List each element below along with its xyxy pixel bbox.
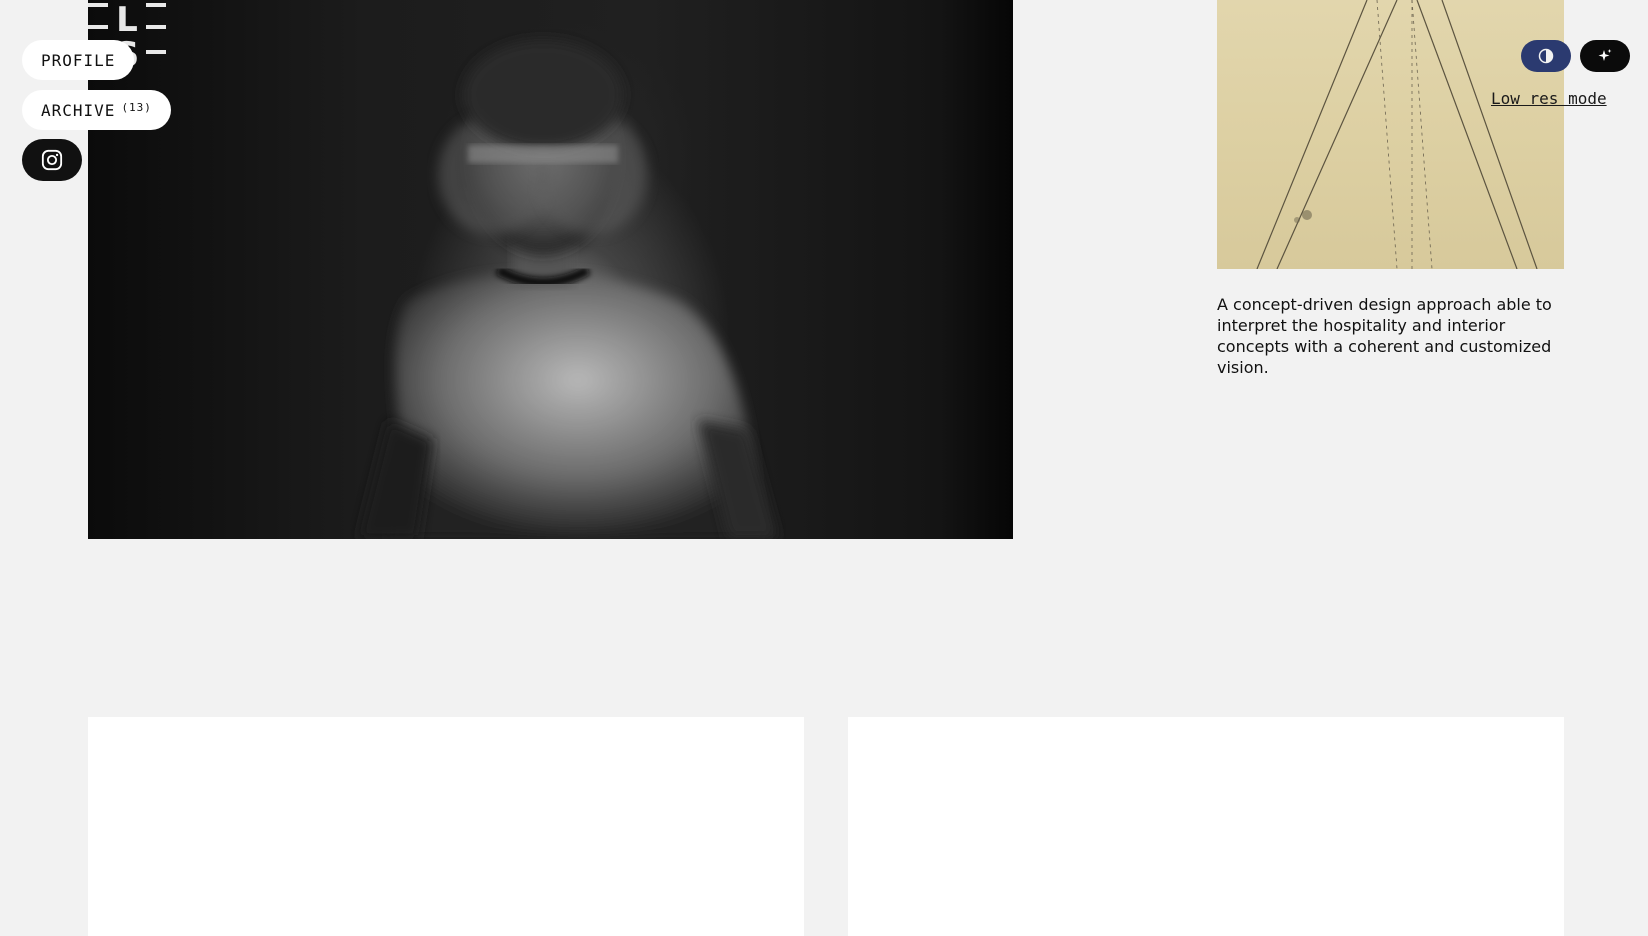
archive-count: (13) bbox=[121, 100, 152, 114]
sketch-image bbox=[1217, 0, 1564, 269]
instagram-icon bbox=[41, 149, 63, 171]
contrast-icon bbox=[1538, 48, 1554, 64]
profile-label: PROFILE bbox=[41, 50, 116, 70]
logo-letter-l: L bbox=[116, 0, 138, 40]
instagram-button[interactable] bbox=[22, 139, 82, 181]
archive-label: ARCHIVE bbox=[41, 100, 116, 120]
low-res-mode-link[interactable]: Low res mode bbox=[1491, 89, 1607, 108]
sparkle-icon bbox=[1598, 49, 1612, 61]
effects-toggle[interactable] bbox=[1580, 40, 1630, 72]
project-card[interactable] bbox=[88, 717, 804, 936]
archive-button[interactable]: ARCHIVE (13) bbox=[22, 90, 171, 130]
contrast-toggle[interactable] bbox=[1521, 40, 1571, 72]
portrait-figure bbox=[358, 40, 778, 539]
studio-description: A concept-driven design approach able to… bbox=[1217, 295, 1552, 377]
profile-button[interactable]: PROFILE bbox=[22, 40, 135, 80]
project-card[interactable] bbox=[848, 717, 1564, 936]
sketch-lines bbox=[1256, 0, 1538, 269]
hero-photo: L S bbox=[88, 0, 1013, 539]
